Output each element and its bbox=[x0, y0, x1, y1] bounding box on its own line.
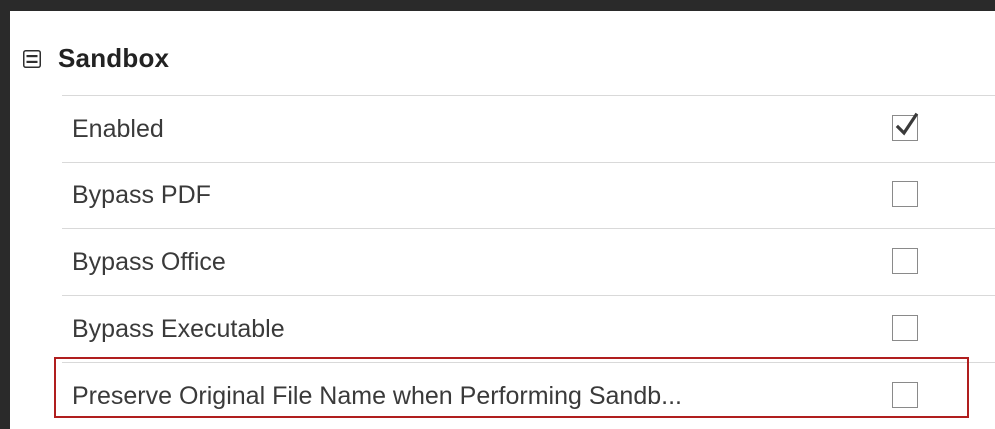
setting-row-bypass-executable: Bypass Executable bbox=[62, 296, 995, 363]
preserve-file-name-checkbox[interactable] bbox=[892, 382, 918, 408]
window-frame: Sandbox Enabled Bypass PDF Bypass Office… bbox=[0, 0, 995, 429]
setting-row-preserve-file-name: Preserve Original File Name when Perform… bbox=[62, 363, 995, 429]
setting-label-bypass-executable: Bypass Executable bbox=[72, 315, 285, 343]
properties-panel: Sandbox Enabled Bypass PDF Bypass Office… bbox=[10, 11, 995, 429]
collapse-icon[interactable] bbox=[23, 50, 41, 68]
setting-row-bypass-office: Bypass Office bbox=[62, 229, 995, 296]
setting-label-bypass-office: Bypass Office bbox=[72, 248, 226, 276]
setting-row-bypass-pdf: Bypass PDF bbox=[62, 162, 995, 229]
top-border bbox=[0, 0, 995, 11]
enabled-checkbox[interactable] bbox=[892, 112, 919, 141]
setting-label-enabled: Enabled bbox=[72, 115, 164, 143]
setting-label-bypass-pdf: Bypass PDF bbox=[72, 181, 211, 209]
setting-label-preserve-file-name: Preserve Original File Name when Perform… bbox=[72, 382, 682, 410]
left-border bbox=[0, 0, 10, 429]
bypass-executable-checkbox[interactable] bbox=[892, 315, 918, 341]
section-title: Sandbox bbox=[58, 43, 170, 73]
bypass-office-checkbox[interactable] bbox=[892, 248, 918, 274]
checkmark-icon bbox=[895, 112, 919, 136]
setting-row-enabled: Enabled bbox=[62, 95, 995, 163]
bypass-pdf-checkbox[interactable] bbox=[892, 181, 918, 207]
